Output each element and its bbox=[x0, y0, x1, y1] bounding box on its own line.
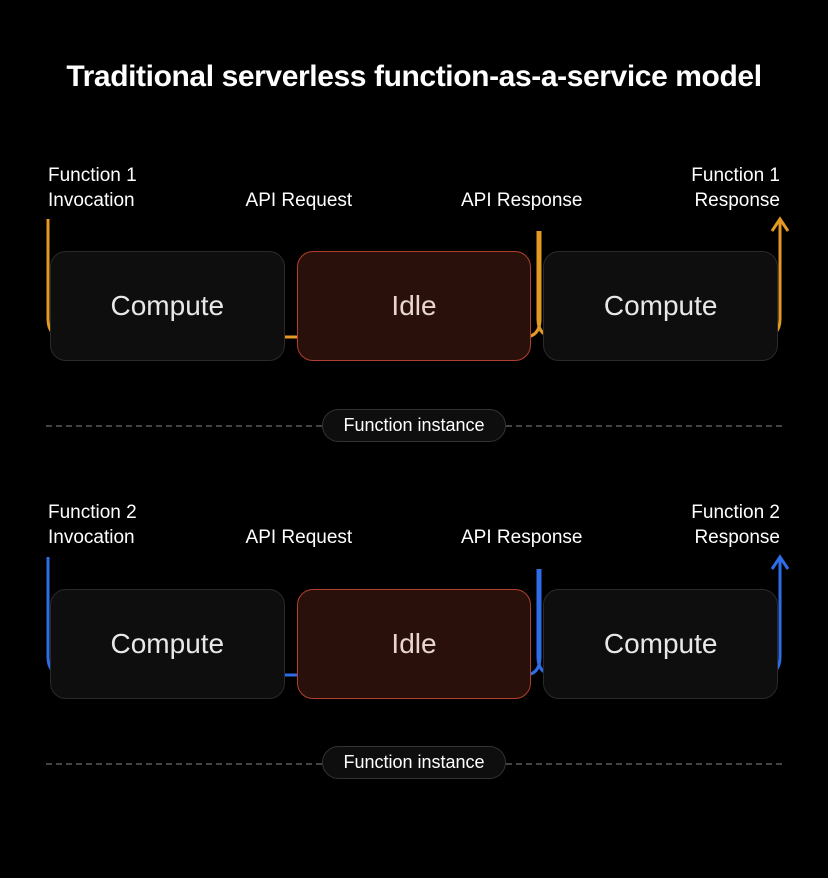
fn2-separator: Function instance bbox=[46, 745, 782, 781]
fn1-instance-pill: Function instance bbox=[322, 409, 505, 442]
fn2-compute-cell-1: Compute bbox=[50, 589, 285, 699]
fn1-separator: Function instance bbox=[46, 407, 782, 443]
function-1-block: Function 1 Invocation API Request API Re… bbox=[46, 164, 782, 443]
function-2-row: Compute Idle Compute bbox=[46, 589, 782, 699]
fn2-response-label: Function 2 Response bbox=[691, 501, 780, 550]
function-2-labels: Function 2 Invocation API Request API Re… bbox=[46, 501, 782, 550]
function-1-labels: Function 1 Invocation API Request API Re… bbox=[46, 164, 782, 213]
fn1-compute-cell-1: Compute bbox=[50, 251, 285, 361]
fn2-instance-pill: Function instance bbox=[322, 746, 505, 779]
fn1-api-response-label: API Response bbox=[461, 189, 582, 214]
function-1-row: Compute Idle Compute bbox=[46, 251, 782, 361]
diagram-title: Traditional serverless function-as-a-ser… bbox=[46, 60, 782, 94]
fn2-invocation-label: Function 2 Invocation bbox=[48, 501, 137, 550]
fn1-idle-cell: Idle bbox=[297, 251, 532, 361]
fn2-api-response-label: API Response bbox=[461, 526, 582, 551]
fn2-compute-cell-2: Compute bbox=[543, 589, 778, 699]
fn1-compute-cell-2: Compute bbox=[543, 251, 778, 361]
fn1-api-request-label: API Request bbox=[246, 189, 353, 214]
fn2-idle-cell: Idle bbox=[297, 589, 532, 699]
function-2-block: Function 2 Invocation API Request API Re… bbox=[46, 501, 782, 780]
fn1-response-label: Function 1 Response bbox=[691, 164, 780, 213]
diagram-page: Traditional serverless function-as-a-ser… bbox=[0, 0, 828, 878]
fn1-invocation-label: Function 1 Invocation bbox=[48, 164, 137, 213]
fn2-api-request-label: API Request bbox=[246, 526, 353, 551]
